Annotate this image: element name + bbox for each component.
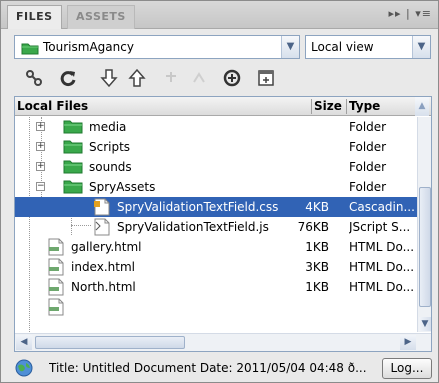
file-type: HTML Do...	[349, 280, 415, 294]
connect-icon	[26, 70, 42, 86]
file-list[interactable]: Local Files Size Type ▲ + media Folder + Scr…	[14, 96, 432, 352]
checkin-button[interactable]	[189, 67, 211, 89]
put-files-icon	[128, 68, 146, 87]
file-type: Cascadin...	[349, 200, 415, 214]
folder-icon	[63, 138, 83, 157]
chevron-down-icon[interactable]: ▼	[412, 36, 430, 58]
refresh-button[interactable]	[57, 67, 79, 89]
toolbar	[1, 63, 438, 93]
file-size: 4KB	[305, 200, 329, 214]
file-row[interactable]: + sounds Folder	[15, 157, 417, 177]
html-file-icon	[45, 238, 67, 259]
checkin-icon	[193, 72, 205, 83]
file-name: sounds	[89, 160, 132, 174]
file-row[interactable]	[15, 297, 417, 317]
synchronize-button[interactable]	[221, 67, 243, 89]
chevron-down-icon[interactable]: ▼	[281, 36, 299, 58]
file-type: Folder	[349, 160, 387, 174]
file-row[interactable]: + media Folder	[15, 117, 417, 137]
file-type: HTML Do...	[349, 260, 415, 274]
get-files-icon	[100, 69, 118, 88]
vertical-scroll-thumb[interactable]	[419, 187, 431, 307]
file-name: North.html	[71, 280, 136, 294]
file-row[interactable]: gallery.html 1KB HTML Do...	[15, 237, 417, 257]
file-type: Folder	[349, 120, 387, 134]
panel-menu-icon[interactable]: ▸▸ | ▾≡	[389, 7, 432, 20]
log-button[interactable]: Log...	[382, 358, 432, 379]
expand-icon[interactable]: +	[36, 142, 45, 151]
horizontal-scrollbar[interactable]: ◀ ▶	[15, 333, 431, 351]
panel-tab-bar: FILES ASSETS ▸▸ | ▾≡	[1, 1, 438, 29]
file-row[interactable]: + Scripts Folder	[15, 137, 417, 157]
file-name: SpryValidationTextField.js	[117, 220, 269, 234]
column-header-local-files[interactable]: Local Files	[17, 99, 88, 113]
html-file-icon	[45, 258, 67, 279]
expand-icon[interactable]: +	[36, 122, 45, 131]
site-folder-icon	[21, 43, 39, 55]
globe-icon	[15, 359, 33, 377]
file-name: media	[89, 120, 127, 134]
file-list-header: Local Files Size Type ▲	[15, 97, 431, 116]
synchronize-icon	[223, 69, 241, 87]
refresh-icon	[60, 71, 76, 87]
file-rows: + media Folder + Scripts Folder + sounds Folder −…	[15, 117, 417, 332]
files-panel: FILES ASSETS ▸▸ | ▾≡ TourismAgancy ▼ Loc…	[0, 0, 439, 383]
js-file-icon	[91, 218, 113, 239]
site-view-row: TourismAgancy ▼ Local view ▼	[1, 33, 438, 63]
scroll-left-icon[interactable]: ◀	[16, 335, 32, 350]
site-select[interactable]: TourismAgancy ▼	[14, 35, 300, 59]
file-row[interactable]: − SpryAssets Folder	[15, 177, 417, 197]
column-header-size[interactable]: Size	[314, 99, 342, 113]
scroll-down-icon[interactable]: ▼	[419, 317, 431, 331]
connect-button[interactable]	[23, 67, 45, 89]
file-type: HTML Do...	[349, 240, 415, 254]
checkout-icon	[166, 72, 176, 82]
get-files-button[interactable]	[98, 67, 120, 89]
file-type: Folder	[349, 180, 387, 194]
tab-files[interactable]: FILES	[7, 5, 62, 29]
view-select-value: Local view	[311, 40, 374, 54]
expand-button[interactable]	[255, 67, 277, 89]
file-size: 1KB	[305, 240, 329, 254]
file-row[interactable]: North.html 1KB HTML Do...	[15, 277, 417, 297]
file-type: JScript S...	[349, 220, 411, 234]
file-row[interactable]: index.html 3KB HTML Do...	[15, 257, 417, 277]
html-file-icon	[45, 278, 67, 299]
checkout-button[interactable]	[161, 67, 183, 89]
file-name: index.html	[71, 260, 135, 274]
horizontal-scroll-thumb[interactable]	[35, 336, 185, 349]
file-size: 1KB	[305, 280, 329, 294]
folder-icon	[63, 158, 83, 177]
status-bar: Title: Untitled Document Date: 2011/05/0…	[1, 354, 438, 382]
file-name: Scripts	[89, 140, 131, 154]
sort-arrow-icon[interactable]: ▲	[415, 97, 429, 116]
file-name: SpryAssets	[89, 180, 156, 194]
vertical-scrollbar[interactable]: ▼	[417, 117, 431, 332]
expand-icon[interactable]: +	[36, 162, 45, 171]
file-name: SpryValidationTextField.css	[117, 200, 279, 214]
column-header-type[interactable]: Type	[349, 99, 380, 113]
expand-icon	[258, 70, 274, 86]
tab-assets[interactable]: ASSETS	[67, 5, 135, 29]
view-select[interactable]: Local view ▼	[305, 35, 431, 59]
file-size: 76KB	[297, 220, 329, 234]
file-row[interactable]: SpryValidationTextField.js 76KB JScript S.…	[15, 217, 417, 237]
folder-icon	[63, 178, 83, 197]
site-select-value: TourismAgancy	[43, 40, 134, 54]
html-file-icon	[45, 298, 67, 319]
file-type: Folder	[349, 140, 387, 154]
file-name: gallery.html	[71, 240, 142, 254]
collapse-icon[interactable]: −	[36, 182, 45, 191]
css-file-icon	[91, 198, 113, 219]
file-size: 3KB	[305, 260, 329, 274]
file-row[interactable]: SpryValidationTextField.css 4KB Cascadin..…	[15, 197, 417, 217]
status-text: Title: Untitled Document Date: 2011/05/0…	[49, 361, 367, 375]
folder-icon	[63, 118, 83, 137]
put-files-button[interactable]	[126, 67, 148, 89]
scroll-right-icon[interactable]: ▶	[400, 335, 416, 350]
